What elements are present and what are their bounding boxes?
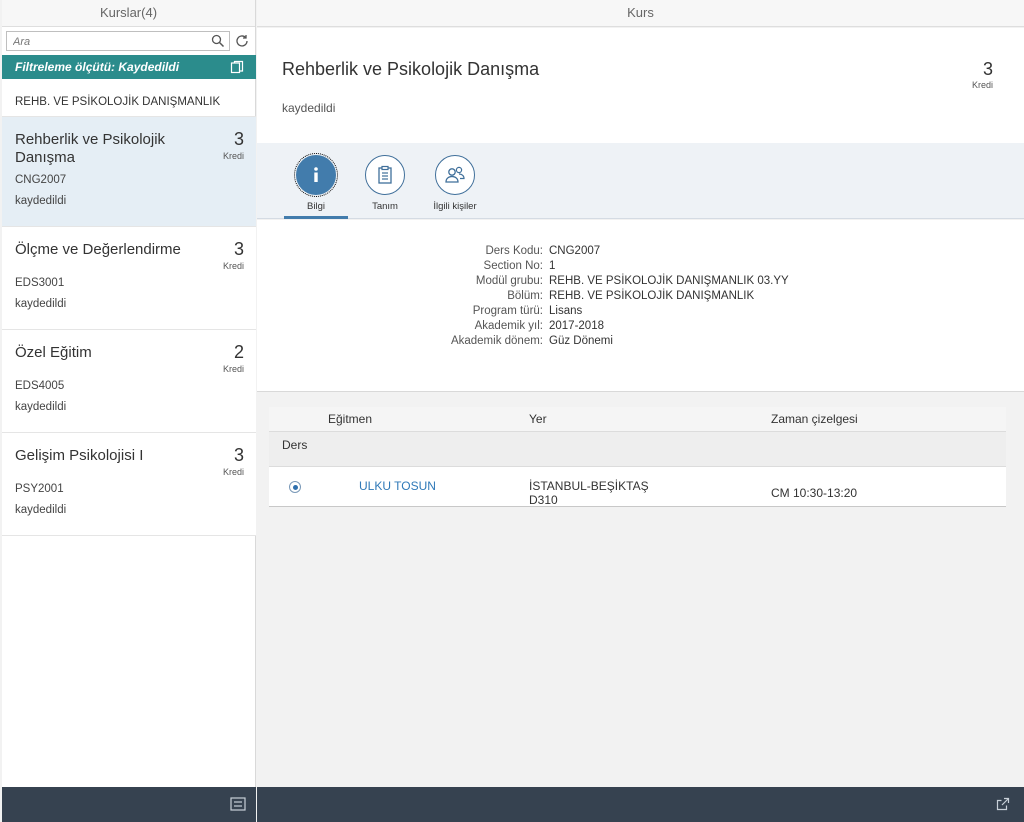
info-value: Lisans (549, 305, 583, 317)
tab-ilgili-kisiler[interactable]: İlgili kişiler (423, 155, 487, 212)
info-value: REHB. VE PSİKOLOJİK DANIŞMANLIK (549, 290, 755, 302)
place-line: İSTANBUL-BEŞİKTAŞ (529, 479, 649, 493)
filter-text: Filtreleme ölçütü: Kaydedildi (15, 60, 180, 74)
icon-tab-bar: Bilgi Tanım İlgili kişiler (257, 143, 1024, 219)
search-box (6, 31, 230, 51)
tab-label: Tanım (372, 201, 398, 212)
place-room: D310 (529, 493, 558, 507)
tab-label: İlgili kişiler (433, 201, 477, 212)
item-code: EDS3001 (15, 277, 65, 289)
schedule-table: Eğitmen Yer Zaman çizelgesi Ders ULKU TO… (269, 407, 1006, 507)
object-header: Rehberlik ve Psikolojik Danışma kaydedil… (257, 28, 1024, 143)
column-header-instructor[interactable]: Eğitmen (328, 412, 372, 426)
filter-info-bar: Filtreleme ölçütü: Kaydedildi (2, 55, 256, 79)
refresh-icon[interactable] (234, 33, 250, 49)
detail-title: Kurs (257, 0, 1024, 27)
info-label: Program türü: (472, 305, 543, 317)
info-label: Bölüm: (507, 290, 543, 302)
table-header: Eğitmen Yer Zaman çizelgesi (269, 407, 1006, 431)
item-credits: 3 (233, 445, 244, 465)
list-group-header: REHB. VE PSİKOLOJİK DANIŞMANLIK (2, 87, 256, 117)
schedule-cell: CM 10:30-13:20 (771, 486, 858, 500)
table-row[interactable]: ULKU TOSUN İSTANBUL-BEŞİKTAŞ D310 CM 10:… (269, 467, 1006, 507)
item-credits-unit: Kredi (222, 261, 244, 271)
instructor-link[interactable]: ULKU TOSUN (359, 479, 436, 493)
info-label: Ders Kodu: (485, 245, 543, 257)
course-list: Rehberlik ve Psikolojik Danışma 3 Kredi … (2, 117, 256, 536)
list-settings-icon[interactable] (230, 797, 246, 811)
detail-footer-toolbar (257, 787, 1024, 822)
info-value: 1 (549, 260, 556, 272)
item-code: CNG2007 (15, 174, 67, 186)
place-cell: İSTANBUL-BEŞİKTAŞ D310 (529, 479, 649, 507)
item-status: kaydedildi (15, 504, 67, 516)
info-value: CNG2007 (549, 245, 601, 257)
list-item[interactable]: Ölçme ve Değerlendirme 3 Kredi EDS3001 k… (2, 227, 256, 330)
column-header-place[interactable]: Yer (529, 412, 547, 426)
share-icon[interactable] (996, 797, 1010, 811)
info-row: Modül grubu: REHB. VE PSİKOLOJİK DANIŞMAN… (257, 275, 1024, 290)
info-label: Akademik dönem: (450, 335, 543, 347)
item-credits: 2 (233, 342, 244, 362)
item-title: Rehberlik ve Psikolojik Danışma (15, 131, 166, 166)
item-title: Gelişim Psikolojisi I (15, 447, 144, 464)
object-title: Rehberlik ve Psikolojik Danışma (282, 59, 540, 79)
people-icon (435, 155, 475, 195)
search-icon[interactable] (211, 34, 225, 48)
object-status: kaydedildi (282, 101, 336, 115)
group-label: Ders (282, 438, 308, 452)
info-value: 2017-2018 (549, 320, 604, 332)
info-icon (294, 153, 338, 197)
item-credits-unit: Kredi (222, 364, 244, 374)
info-row: Ders Kodu: CNG2007 (257, 245, 1024, 260)
info-value: Güz Dönemi (549, 335, 613, 347)
master-pane: Kurslar(4) Filtreleme ölçütü: Kaydedildi… (2, 0, 256, 822)
item-status: kaydedildi (15, 401, 67, 413)
item-code: PSY2001 (15, 483, 64, 495)
list-item[interactable]: Özel Eğitim 2 Kredi EDS4005 kaydedildi (2, 330, 256, 433)
tab-bilgi[interactable]: Bilgi (284, 153, 348, 212)
tab-label: Bilgi (307, 201, 325, 212)
master-footer-toolbar (2, 787, 256, 822)
list-item[interactable]: Gelişim Psikolojisi I 3 Kredi PSY2001 ka… (2, 433, 256, 536)
item-code: EDS4005 (15, 380, 65, 392)
info-label: Section No: (483, 260, 543, 272)
info-row: Akademik dönem: Güz Dönemi (257, 335, 1024, 350)
item-credits: 3 (233, 239, 244, 259)
detail-pane: Kurs Rehberlik ve Psikolojik Danışma kay… (257, 0, 1024, 822)
info-row: Program türü: Lisans (257, 305, 1024, 320)
info-row: Akademik yıl: 2017-2018 (257, 320, 1024, 335)
object-credits: 3 (982, 59, 993, 79)
info-row: Section No: 1 (257, 260, 1024, 275)
info-value: REHB. VE PSİKOLOJİK DANIŞMANLIK 03.YY (549, 275, 789, 287)
item-status: kaydedildi (15, 195, 67, 207)
object-credits-unit: Kredi (971, 80, 993, 90)
search-bar (6, 31, 255, 51)
item-title: Ölçme ve Değerlendirme (15, 241, 181, 258)
search-input[interactable] (7, 33, 202, 51)
master-title: Kurslar(4) (2, 0, 255, 27)
item-title: Özel Eğitim (15, 344, 92, 361)
item-status: kaydedildi (15, 298, 67, 310)
info-label: Modül grubu: (475, 275, 543, 287)
item-credits-unit: Kredi (222, 467, 244, 477)
info-form: Ders Kodu: CNG2007 Section No: 1 Modül gru… (257, 220, 1024, 392)
item-credits: 3 (233, 129, 244, 149)
row-radio-button[interactable] (289, 481, 301, 493)
list-item[interactable]: Rehberlik ve Psikolojik Danışma 3 Kredi … (2, 117, 256, 227)
copy-icon[interactable] (230, 60, 244, 74)
info-row: Bölüm: REHB. VE PSİKOLOJİK DANIŞMANLIK (257, 290, 1024, 305)
clipboard-icon (365, 155, 405, 195)
item-credits-unit: Kredi (222, 151, 244, 161)
info-label: Akademik yıl: (474, 320, 543, 332)
column-header-schedule[interactable]: Zaman çizelgesi (771, 412, 858, 426)
tab-tanim[interactable]: Tanım (353, 155, 417, 212)
active-tab-indicator (284, 216, 348, 219)
table-group-header: Ders (269, 431, 1006, 467)
